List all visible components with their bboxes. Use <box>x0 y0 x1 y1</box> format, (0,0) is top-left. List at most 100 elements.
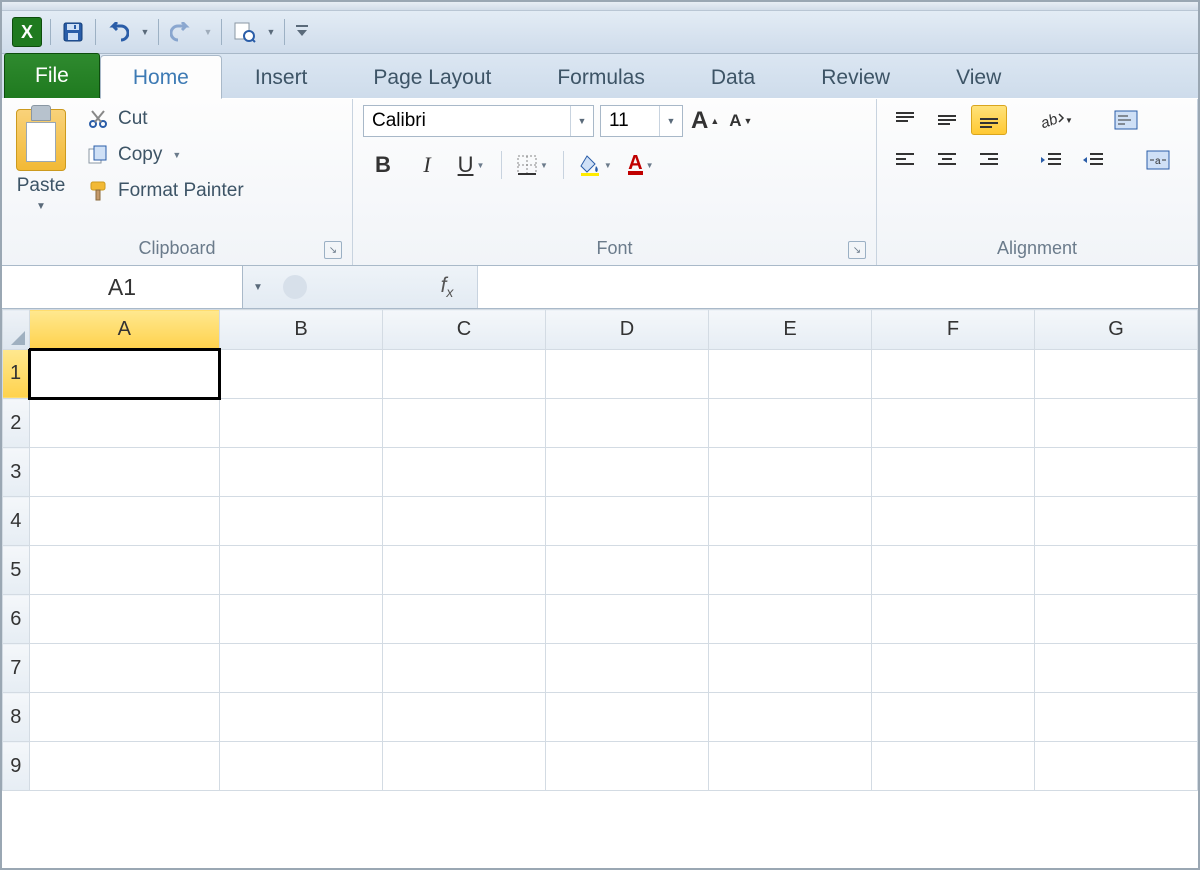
cell-F8[interactable] <box>872 693 1035 742</box>
cell-A7[interactable] <box>29 644 219 693</box>
tab-file[interactable]: File <box>4 53 100 98</box>
cell-B1[interactable] <box>220 349 383 399</box>
merge-center-button[interactable]: a <box>1137 145 1179 175</box>
increase-indent-button[interactable] <box>1075 145 1111 175</box>
row-header-7[interactable]: 7 <box>3 644 30 693</box>
tab-page-layout[interactable]: Page Layout <box>340 55 524 98</box>
cell-D7[interactable] <box>546 644 709 693</box>
name-box-dropdown[interactable]: ▼ <box>246 275 270 299</box>
cell-E5[interactable] <box>709 546 872 595</box>
row-header-8[interactable]: 8 <box>3 693 30 742</box>
wrap-text-button[interactable] <box>1105 105 1147 135</box>
redo-button[interactable] <box>167 18 195 46</box>
align-bottom-button[interactable] <box>971 105 1007 135</box>
cell-E9[interactable] <box>709 742 872 791</box>
insert-function-button[interactable]: fx <box>427 274 467 300</box>
cell-F4[interactable] <box>872 497 1035 546</box>
align-center-button[interactable] <box>929 145 965 175</box>
cell-E1[interactable] <box>709 349 872 399</box>
cell-G5[interactable] <box>1035 546 1198 595</box>
cell-A4[interactable] <box>29 497 219 546</box>
cut-button[interactable]: Cut <box>82 105 248 133</box>
bold-button[interactable]: B <box>363 149 403 181</box>
cell-E8[interactable] <box>709 693 872 742</box>
cell-A1[interactable] <box>29 349 219 399</box>
cell-C3[interactable] <box>383 448 546 497</box>
cell-B5[interactable] <box>220 546 383 595</box>
cell-G4[interactable] <box>1035 497 1198 546</box>
cell-C6[interactable] <box>383 595 546 644</box>
customize-qat-button[interactable] <box>293 18 311 46</box>
cell-B4[interactable] <box>220 497 383 546</box>
cell-C9[interactable] <box>383 742 546 791</box>
align-top-button[interactable] <box>887 105 923 135</box>
cell-F3[interactable] <box>872 448 1035 497</box>
cell-C7[interactable] <box>383 644 546 693</box>
tab-review[interactable]: Review <box>788 55 923 98</box>
cell-B2[interactable] <box>220 399 383 448</box>
undo-dropdown[interactable]: ▼ <box>140 27 150 37</box>
column-header-d[interactable]: D <box>546 310 709 350</box>
cell-D3[interactable] <box>546 448 709 497</box>
cell-G9[interactable] <box>1035 742 1198 791</box>
cell-F6[interactable] <box>872 595 1035 644</box>
orientation-button[interactable]: ab▼ <box>1033 105 1079 135</box>
cell-G7[interactable] <box>1035 644 1198 693</box>
column-header-f[interactable]: F <box>872 310 1035 350</box>
print-preview-dropdown[interactable]: ▼ <box>266 27 276 37</box>
cell-E4[interactable] <box>709 497 872 546</box>
cell-A9[interactable] <box>29 742 219 791</box>
cell-G8[interactable] <box>1035 693 1198 742</box>
cell-A6[interactable] <box>29 595 219 644</box>
cell-A3[interactable] <box>29 448 219 497</box>
select-all-corner[interactable] <box>3 310 30 350</box>
cell-D5[interactable] <box>546 546 709 595</box>
cell-F9[interactable] <box>872 742 1035 791</box>
formula-input[interactable] <box>477 266 1198 308</box>
cell-C8[interactable] <box>383 693 546 742</box>
font-size-input[interactable] <box>601 110 659 132</box>
borders-button[interactable]: ▼ <box>512 149 553 181</box>
font-color-button[interactable]: A ▼ <box>621 149 661 181</box>
row-header-4[interactable]: 4 <box>3 497 30 546</box>
cell-D4[interactable] <box>546 497 709 546</box>
excel-logo-icon[interactable]: X <box>12 17 42 47</box>
cell-G6[interactable] <box>1035 595 1198 644</box>
cell-C1[interactable] <box>383 349 546 399</box>
decrease-indent-button[interactable] <box>1033 145 1069 175</box>
row-header-5[interactable]: 5 <box>3 546 30 595</box>
cell-B3[interactable] <box>220 448 383 497</box>
cell-D2[interactable] <box>546 399 709 448</box>
cell-E3[interactable] <box>709 448 872 497</box>
chevron-down-icon[interactable]: ▼ <box>570 106 593 136</box>
cell-D8[interactable] <box>546 693 709 742</box>
font-dialog-launcher[interactable]: ↘ <box>848 241 866 259</box>
cell-G3[interactable] <box>1035 448 1198 497</box>
cell-B8[interactable] <box>220 693 383 742</box>
cell-E6[interactable] <box>709 595 872 644</box>
underline-button[interactable]: U▼ <box>451 149 491 181</box>
fill-color-button[interactable]: ▼ <box>574 149 617 181</box>
align-left-button[interactable] <box>887 145 923 175</box>
row-header-1[interactable]: 1 <box>3 349 30 399</box>
cell-E2[interactable] <box>709 399 872 448</box>
row-header-3[interactable]: 3 <box>3 448 30 497</box>
print-preview-button[interactable] <box>230 18 258 46</box>
column-header-b[interactable]: B <box>220 310 383 350</box>
cell-C2[interactable] <box>383 399 546 448</box>
column-header-g[interactable]: G <box>1035 310 1198 350</box>
font-size-combo[interactable]: ▼ <box>600 105 683 137</box>
tab-home[interactable]: Home <box>100 55 222 99</box>
column-header-c[interactable]: C <box>383 310 546 350</box>
font-name-input[interactable] <box>364 110 570 132</box>
cell-B9[interactable] <box>220 742 383 791</box>
align-right-button[interactable] <box>971 145 1007 175</box>
cell-B7[interactable] <box>220 644 383 693</box>
increase-font-size-button[interactable]: A▲ <box>689 105 721 137</box>
format-painter-button[interactable]: Format Painter <box>82 177 248 205</box>
cell-D6[interactable] <box>546 595 709 644</box>
tab-formulas[interactable]: Formulas <box>524 55 678 98</box>
redo-dropdown[interactable]: ▼ <box>203 27 213 37</box>
cell-A2[interactable] <box>29 399 219 448</box>
undo-button[interactable] <box>104 18 132 46</box>
